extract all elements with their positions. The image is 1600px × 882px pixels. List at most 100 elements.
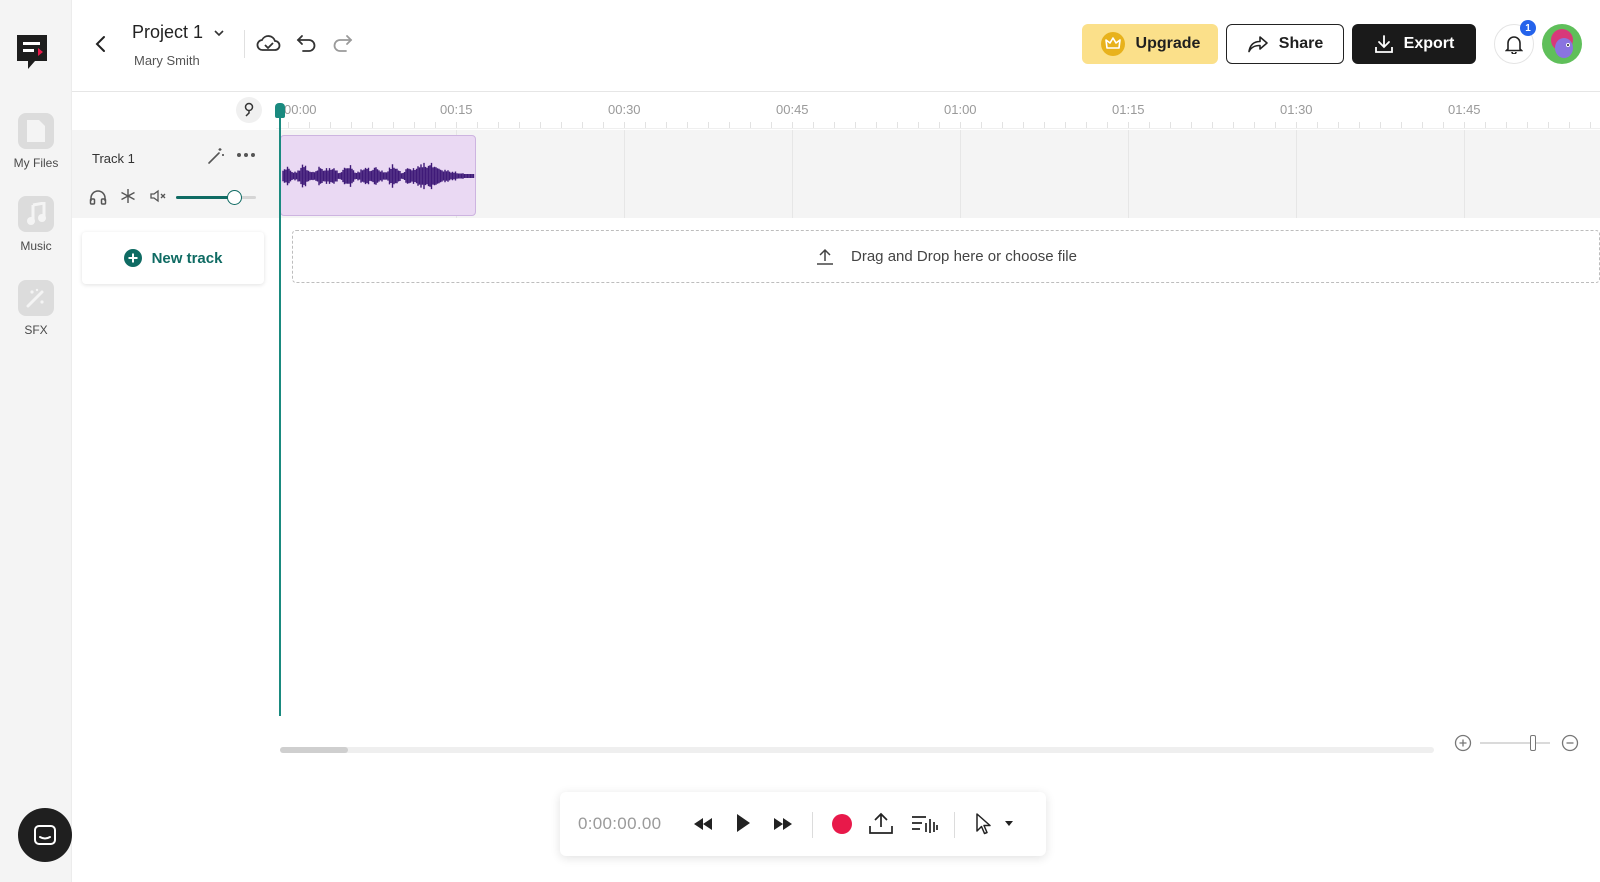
text-to-speech-icon[interactable]: [910, 813, 938, 835]
timeline-ruler[interactable]: 00:00 00:15 00:30 00:45 01:00 01:15 01:30 01:45: [276, 93, 1600, 129]
sidebar-item-my-files[interactable]: My Files: [0, 113, 72, 170]
minor-tick: [498, 122, 499, 128]
play-icon[interactable]: [734, 812, 752, 834]
transport-bar: 0:00:00.00: [560, 792, 1046, 856]
upload-icon[interactable]: [868, 811, 894, 835]
track-name[interactable]: Track 1: [92, 151, 135, 166]
minor-tick: [1086, 122, 1087, 128]
tool-dropdown-icon[interactable]: [1004, 820, 1014, 827]
sidebar-item-music[interactable]: Music: [0, 196, 72, 253]
rewind-icon[interactable]: [692, 816, 714, 832]
minor-tick: [708, 122, 709, 128]
minor-tick: [456, 122, 457, 128]
upload-icon: [817, 248, 834, 265]
fast-forward-icon[interactable]: [772, 816, 794, 832]
new-track-button[interactable]: New track: [82, 232, 264, 284]
magic-wand-icon: [18, 280, 54, 316]
minor-tick: [330, 122, 331, 128]
minor-tick: [1359, 122, 1360, 128]
playhead-handle[interactable]: [275, 103, 285, 118]
more-options-icon[interactable]: [236, 152, 256, 158]
volume-knob[interactable]: [226, 190, 242, 205]
grid-line: [792, 130, 793, 218]
tick-label: 01:45: [1448, 102, 1481, 117]
volume-slider[interactable]: [176, 190, 256, 205]
sidebar-item-sfx[interactable]: SFX: [0, 280, 72, 337]
magnet-icon: [244, 102, 254, 117]
zoom-in-icon[interactable]: [1454, 734, 1472, 752]
minor-tick: [939, 122, 940, 128]
headphones-icon[interactable]: [89, 189, 107, 205]
minor-tick: [1590, 122, 1591, 128]
minor-tick: [519, 122, 520, 128]
horizontal-scrollbar[interactable]: [280, 747, 1434, 753]
minor-tick: [1569, 122, 1570, 128]
minor-tick: [288, 122, 289, 128]
grid-line: [960, 130, 961, 218]
minor-tick: [1002, 122, 1003, 128]
minor-tick: [372, 122, 373, 128]
drop-zone-label: Drag and Drop here or choose file: [851, 248, 1077, 265]
minor-tick: [855, 122, 856, 128]
sidebar-item-label: SFX: [24, 323, 48, 337]
grid-line: [1128, 130, 1129, 218]
minor-tick: [1464, 122, 1465, 128]
chat-icon: [34, 825, 56, 845]
undo-icon[interactable]: [296, 33, 318, 53]
minor-tick: [435, 122, 436, 128]
upgrade-button[interactable]: Upgrade: [1082, 24, 1218, 64]
volume-fill: [176, 196, 234, 199]
audio-clip[interactable]: [280, 135, 476, 216]
zoom-out-icon[interactable]: [1561, 734, 1579, 752]
minor-tick: [1296, 122, 1297, 128]
crown-icon: [1100, 32, 1125, 56]
sidebar-item-label: Music: [20, 239, 52, 253]
zoom-slider[interactable]: [1480, 734, 1550, 752]
magic-wand-icon[interactable]: [206, 146, 226, 166]
minor-tick: [393, 122, 394, 128]
avatar[interactable]: [1542, 24, 1582, 64]
playhead[interactable]: [279, 112, 281, 716]
back-icon[interactable]: [94, 34, 108, 54]
minor-tick: [1254, 122, 1255, 128]
minor-tick: [1128, 122, 1129, 128]
record-button[interactable]: [832, 814, 852, 834]
minor-tick: [729, 122, 730, 128]
redo-icon[interactable]: [331, 33, 353, 53]
select-tool-icon[interactable]: [974, 812, 994, 836]
minor-tick: [1380, 122, 1381, 128]
minor-tick: [645, 122, 646, 128]
waveform: [282, 162, 475, 190]
minor-tick: [414, 122, 415, 128]
app-logo[interactable]: [14, 31, 50, 71]
bell-icon: [1505, 36, 1523, 54]
snap-toggle-button[interactable]: [236, 97, 262, 123]
tick-label: 01:30: [1280, 102, 1313, 117]
mute-icon[interactable]: [149, 189, 167, 203]
share-icon: [1247, 36, 1268, 53]
project-title-dropdown[interactable]: Project 1: [132, 22, 225, 43]
minor-tick: [771, 122, 772, 128]
minor-tick: [582, 122, 583, 128]
scrollbar-thumb[interactable]: [280, 747, 348, 753]
freeze-icon[interactable]: [120, 188, 136, 204]
minor-tick: [897, 122, 898, 128]
minor-tick: [1023, 122, 1024, 128]
chevron-down-icon: [214, 29, 224, 36]
minor-tick: [1317, 122, 1318, 128]
export-button[interactable]: Export: [1352, 24, 1476, 64]
tick-label: 00:45: [776, 102, 809, 117]
grid-line: [1464, 130, 1465, 218]
minor-tick: [918, 122, 919, 128]
cloud-save-icon[interactable]: [256, 32, 282, 54]
tick-label: 00:00: [284, 102, 317, 117]
drop-zone[interactable]: Drag and Drop here or choose file: [292, 230, 1600, 283]
sidebar-item-label: My Files: [13, 156, 59, 170]
minor-tick: [603, 122, 604, 128]
minor-tick: [540, 122, 541, 128]
chat-support-button[interactable]: [18, 808, 72, 862]
share-button[interactable]: Share: [1226, 24, 1344, 64]
project-owner: Mary Smith: [134, 53, 200, 68]
zoom-knob[interactable]: [1530, 735, 1536, 751]
minor-tick: [1443, 122, 1444, 128]
